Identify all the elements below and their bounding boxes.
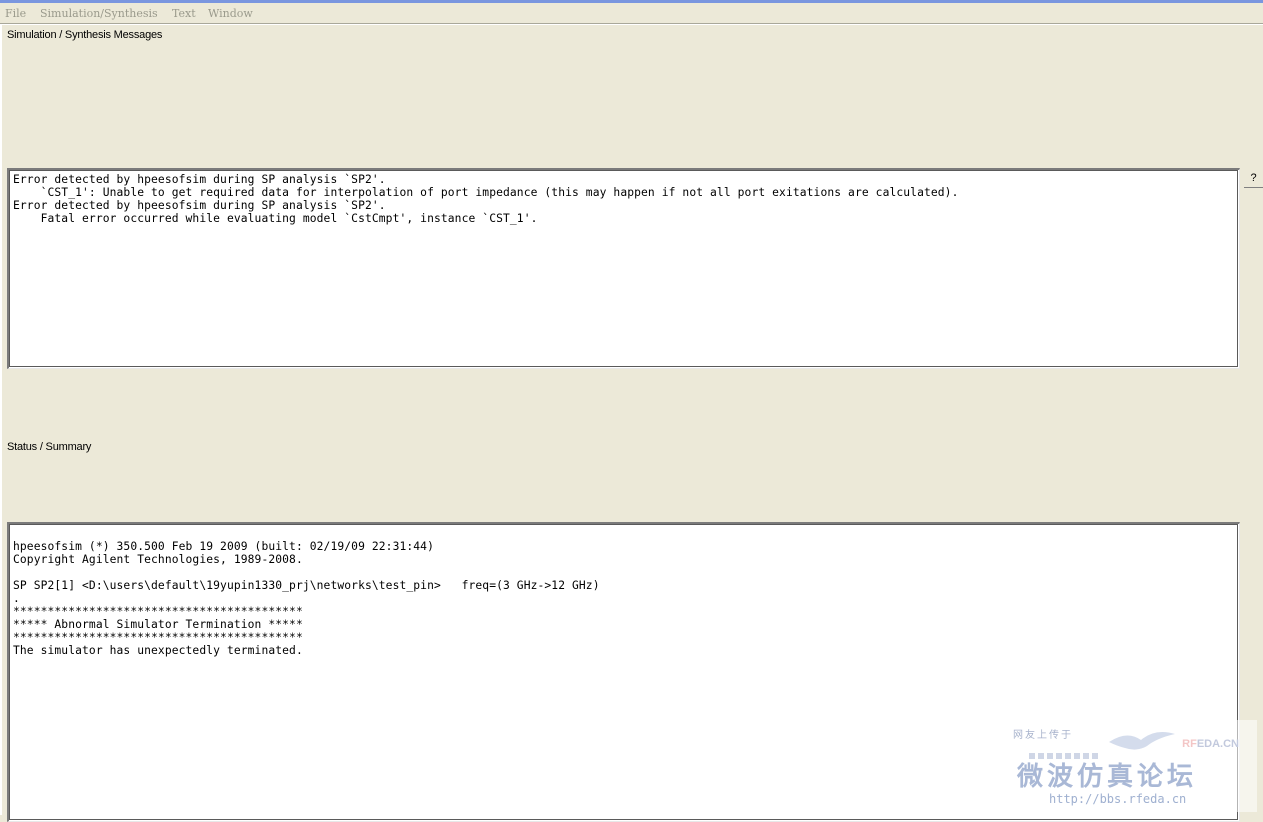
status-line: ****************************************… bbox=[13, 631, 303, 644]
status-line: ****************************************… bbox=[13, 605, 303, 618]
status-line: The simulator has unexpectedly terminate… bbox=[13, 644, 303, 657]
status-line: SP SP2[1] <D:\users\default\19yupin1330_… bbox=[13, 579, 600, 592]
watermark-url: http://bbs.rfeda.cn bbox=[1049, 792, 1187, 806]
status-line: hpeesofsim (*) 350.500 Feb 19 2009 (buil… bbox=[13, 540, 434, 553]
status-line: Copyright Agilent Technologies, 1989-200… bbox=[13, 553, 303, 566]
watermark-brand: RFEDA.CN bbox=[1182, 738, 1239, 750]
status-panel-label: Status / Summary bbox=[7, 441, 92, 453]
menu-file[interactable]: File bbox=[5, 7, 26, 20]
messages-textarea[interactable]: Error detected by hpeesofsim during SP a… bbox=[7, 168, 1240, 369]
help-button[interactable]: ? bbox=[1244, 170, 1263, 188]
menu-simulation-synthesis[interactable]: Simulation/Synthesis bbox=[40, 7, 158, 20]
messages-line: `CST_1': Unable to get required data for… bbox=[13, 186, 959, 199]
status-line: ***** Abnormal Simulator Termination ***… bbox=[13, 618, 303, 631]
watermark-logo: 网友上传于 RFEDA.CN 微波仿真论坛 http://bbs.rfeda.c… bbox=[1007, 720, 1257, 812]
messages-text: Error detected by hpeesofsim during SP a… bbox=[13, 173, 958, 225]
bird-icon bbox=[1109, 732, 1175, 750]
messages-line: Fatal error occurred while evaluating mo… bbox=[13, 212, 538, 225]
messages-line: Error detected by hpeesofsim during SP a… bbox=[13, 199, 386, 212]
watermark-small-text: 网友上传于 bbox=[1013, 730, 1073, 741]
status-line: . bbox=[13, 592, 20, 605]
watermark-big-text: 微波仿真论坛 bbox=[1017, 762, 1198, 792]
messages-panel-label: Simulation / Synthesis Messages bbox=[7, 29, 163, 41]
menu-text[interactable]: Text bbox=[172, 7, 196, 20]
status-text: hpeesofsim (*) 350.500 Feb 19 2009 (buil… bbox=[13, 527, 600, 657]
menu-bar: File Simulation/Synthesis Text Window bbox=[0, 3, 1263, 23]
menu-window[interactable]: Window bbox=[208, 7, 253, 20]
messages-line: Error detected by hpeesofsim during SP a… bbox=[13, 173, 386, 186]
